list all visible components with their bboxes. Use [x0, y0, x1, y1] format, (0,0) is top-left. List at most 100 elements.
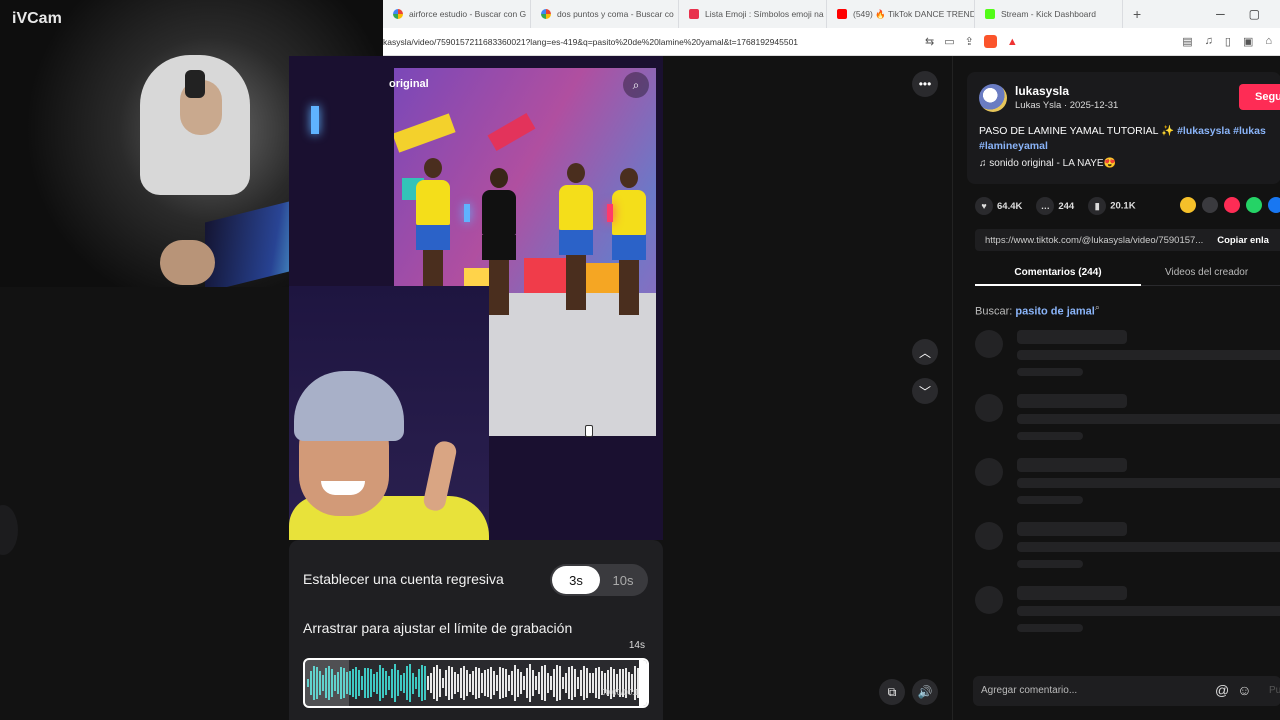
neon-light — [607, 204, 613, 222]
minimize-icon[interactable]: ─ — [1216, 7, 1225, 21]
maximize-icon[interactable]: ▢ — [1249, 7, 1260, 21]
waveform-bar — [430, 673, 432, 693]
kick-icon — [985, 9, 995, 19]
music-row[interactable]: ♫ sonido original - LA NAYE😍 — [979, 158, 1116, 169]
author-meta: Lukas Ysla · 2025-12-31 — [1015, 100, 1119, 111]
username[interactable]: lukasysla — [1015, 84, 1069, 98]
browser-tab[interactable]: airforce estudio - Buscar con G — [383, 0, 531, 28]
embed-icon[interactable] — [1202, 197, 1218, 213]
waveform-bar — [490, 667, 492, 699]
browser-tab[interactable]: (549) 🔥 TikTok DANCE TREND — [827, 0, 975, 28]
comment-input-bar[interactable]: Agregar comentario... @ ☺ Pu — [973, 676, 1280, 706]
hashtag-link[interactable]: #lamineyamal — [979, 140, 1048, 152]
like-stat[interactable]: ♥ 64.4K — [975, 197, 1022, 215]
waveform-trimmer[interactable]: 00:00/00:14 — [303, 658, 649, 708]
emoji-list-icon — [689, 9, 699, 19]
waveform-bar — [589, 673, 591, 693]
search-suggestion[interactable]: Buscar: pasito de jamal⌕ — [975, 302, 1100, 318]
bookmark-icon: ▮ — [1088, 197, 1107, 215]
max-duration-label: 14s — [628, 640, 645, 651]
waveform-bar — [454, 672, 456, 694]
waveform-bar — [412, 672, 414, 694]
dancer — [612, 168, 646, 318]
waveform-bar — [436, 665, 438, 701]
waveform-bar — [547, 673, 549, 693]
tab-label: (549) 🔥 TikTok DANCE TREND — [853, 8, 975, 19]
comment-input-icons: @ ☺ — [1215, 682, 1252, 698]
share-icon[interactable]: ⇪ — [965, 35, 974, 48]
new-tab-button[interactable]: + — [1123, 6, 1151, 22]
browser-tab[interactable]: Stream - Kick Dashboard — [975, 0, 1123, 28]
countdown-10s-option[interactable]: 10s — [599, 566, 647, 594]
music-icon[interactable]: ♫ — [1205, 35, 1213, 48]
extensions-icon[interactable]: ⌂ — [1265, 35, 1272, 48]
tab-creator-videos[interactable]: Videos del creador — [1165, 267, 1248, 278]
volume-icon[interactable]: 🔊 — [912, 679, 938, 705]
whatsapp-icon[interactable] — [1246, 197, 1262, 213]
countdown-toggle: 3s 10s — [550, 564, 648, 596]
waveform-bar — [565, 672, 567, 694]
hair — [294, 371, 404, 441]
neon-light — [464, 204, 470, 222]
brave-shield-icon[interactable] — [983, 35, 997, 48]
waveform-bar — [529, 664, 531, 702]
emoji-icon[interactable]: ☺ — [1237, 682, 1251, 698]
comment-input[interactable]: Agregar comentario... — [981, 685, 1077, 696]
browser-tab[interactable]: Lista Emoji : Símbolos emoji na — [679, 0, 827, 28]
search-icon[interactable]: ⌕ — [623, 72, 649, 98]
comment-icon: … — [1036, 197, 1055, 215]
url-field[interactable]: kasysla/video/7590157211683360021?lang=e… — [383, 37, 913, 47]
tab-comments[interactable]: Comentarios (244) — [975, 267, 1141, 286]
waveform-bar — [526, 667, 528, 699]
waveform-bar — [463, 666, 465, 700]
previous-video-icon[interactable]: ︿ — [912, 339, 938, 365]
waveform-bar — [586, 667, 588, 699]
waveform-bar — [451, 667, 453, 699]
waveform-bar — [418, 669, 420, 697]
mouse-cursor-icon — [585, 425, 593, 437]
waveform-bar — [460, 668, 462, 698]
wallet-icon[interactable]: ▣ — [1243, 35, 1253, 48]
skeleton-line — [1017, 586, 1127, 600]
picture-in-picture-icon[interactable]: ⧉ — [879, 679, 905, 705]
follow-button[interactable]: Segu — [1239, 84, 1280, 110]
save-stat[interactable]: ▮ 20.1K — [1088, 197, 1136, 215]
copy-link-button[interactable]: Copiar enla — [1217, 235, 1269, 246]
waveform-bar — [448, 666, 450, 700]
waveform-bar — [478, 668, 480, 698]
reader-icon[interactable]: ▤ — [1182, 35, 1192, 48]
comment-stat[interactable]: … 244 — [1036, 197, 1074, 215]
video-link-row: https://www.tiktok.com/@lukasysla/video/… — [975, 229, 1280, 251]
rewards-icon[interactable]: ▲ — [1007, 36, 1018, 48]
video-description: PASO DE LAMINE YAMAL TUTORIAL ✨ #lukasys… — [979, 124, 1279, 154]
waveform-bar — [517, 668, 519, 698]
avatar[interactable] — [979, 84, 1007, 112]
hashtag-link[interactable]: #lukas — [1233, 125, 1266, 137]
waveform-bar — [397, 669, 399, 697]
post-button[interactable]: Pu — [1269, 685, 1280, 696]
hashtag-link[interactable]: #lukasysla — [1177, 125, 1230, 137]
repost-icon[interactable] — [1180, 197, 1196, 213]
video-link[interactable]: https://www.tiktok.com/@lukasysla/video/… — [985, 235, 1203, 246]
video-frame[interactable] — [289, 56, 663, 540]
waveform-bar — [556, 665, 558, 701]
trim-handle[interactable] — [639, 660, 647, 706]
facebook-icon[interactable] — [1268, 197, 1280, 213]
side-control-stub[interactable] — [0, 505, 18, 555]
neon-light — [311, 106, 319, 134]
waveform-bar — [544, 664, 546, 702]
browser-tab[interactable]: dos puntos y coma - Buscar co — [531, 0, 679, 28]
send-icon[interactable] — [1224, 197, 1240, 213]
waveform-bar — [409, 664, 411, 702]
cast-icon[interactable]: ▭ — [944, 35, 954, 48]
waveform-bar — [403, 672, 405, 694]
translate-icon[interactable]: ⇆ — [925, 35, 934, 48]
engagement-stats: ♥ 64.4K … 244 ▮ 20.1K — [975, 197, 1136, 215]
skeleton-line — [1017, 330, 1127, 344]
more-options-icon[interactable]: ••• — [912, 71, 938, 97]
waveform-bar — [394, 664, 396, 702]
next-video-icon[interactable]: ﹀ — [912, 378, 938, 404]
mention-icon[interactable]: @ — [1215, 682, 1229, 698]
countdown-3s-option[interactable]: 3s — [552, 566, 600, 594]
sidebar-icon[interactable]: ▯ — [1225, 35, 1231, 48]
